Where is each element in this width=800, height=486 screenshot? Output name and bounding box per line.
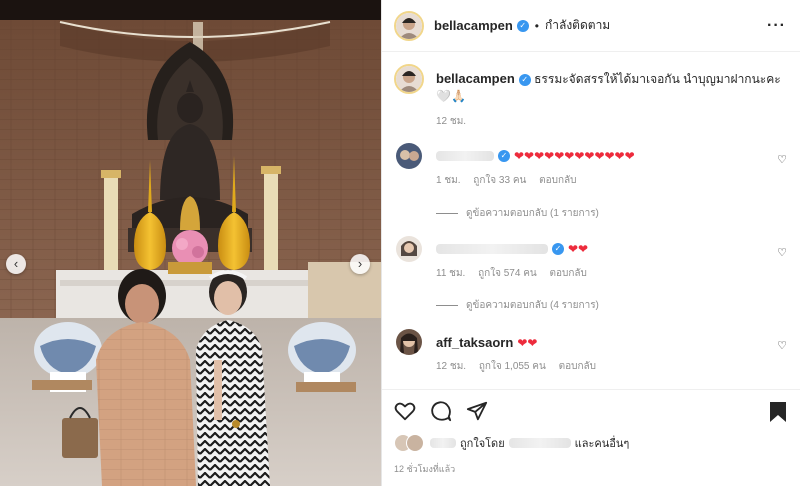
heart-outline-icon[interactable]: ♡ [777, 246, 787, 259]
view-replies-label[interactable]: ดูข้อความตอบกลับ (4 รายการ) [466, 298, 599, 313]
comment-likes[interactable]: ถูกใจ 1,055 คน [479, 361, 546, 372]
separator-dot: • [534, 18, 539, 33]
heart-outline-icon[interactable]: ♡ [777, 153, 787, 166]
caption-author-avatar[interactable] [394, 64, 424, 94]
comment-line: aff_taksaorn ❤❤ [436, 335, 537, 350]
comment-meta: 12 ชม. ถูกใจ 1,055 คน ตอบกลับ [436, 359, 606, 374]
comment-item: ✓ ❤❤❤❤❤❤❤❤❤❤❤❤ 1 ชม. ถูกใจ 33 คน ตอบกลับ… [394, 143, 789, 203]
comment-time: 11 ชม. [436, 268, 466, 279]
comment-meta: 1 ชม. ถูกใจ 33 คน ตอบกลับ [436, 173, 587, 188]
blurred-username [436, 151, 494, 161]
verified-badge-icon: ✓ [518, 74, 531, 86]
verified-badge-icon: ✓ [516, 19, 529, 32]
view-replies-button[interactable]: ดูข้อความตอบกลับ (4 รายการ) [436, 298, 599, 313]
comment-likes[interactable]: ถูกใจ 574 คน [478, 268, 537, 279]
previous-photo-button[interactable]: ‹ [6, 254, 26, 274]
action-icons [394, 400, 488, 422]
commenter-avatar[interactable] [396, 236, 422, 262]
blurred-username [436, 244, 548, 254]
blurred-liker-name [508, 438, 571, 448]
next-photo-button[interactable]: › [350, 254, 370, 274]
replies-rule [436, 213, 458, 214]
liked-by-summary[interactable]: ถูกใจโดย และคนอื่นๆ [394, 434, 629, 452]
comment-likes[interactable]: ถูกใจ 33 คน [473, 175, 526, 186]
commenter-avatar[interactable] [396, 143, 422, 169]
following-button[interactable]: กำลังติดตาม [545, 16, 610, 35]
reply-button[interactable]: ตอบกลับ [539, 175, 576, 186]
replies-rule [436, 305, 458, 306]
bookmark-save-icon[interactable] [769, 401, 787, 423]
caption-body: bellacampen ✓ ธรรมะจัดสรรให้ได้มาเจอกัน น… [436, 70, 786, 105]
author-avatar[interactable] [394, 10, 424, 41]
verified-badge-icon: ✓ [498, 150, 510, 162]
commenter-username[interactable]: aff_taksaorn [436, 335, 513, 350]
like-heart-icon[interactable] [394, 400, 416, 422]
blurred-liker-name [430, 438, 456, 448]
author-username[interactable]: bellacampen [434, 18, 513, 33]
comment-item: aff_taksaorn ❤❤ 12 ชม. ถูกใจ 1,055 คน ตอ… [394, 329, 789, 389]
caption-timestamp: 12 ชม. [436, 116, 467, 127]
comment-meta: 11 ชม. ถูกใจ 574 คน ตอบกลับ [436, 266, 597, 281]
comment-time: 12 ชม. [436, 361, 467, 372]
reply-button[interactable]: ตอบกลับ [559, 361, 596, 372]
temple-photo-illustration [0, 0, 381, 486]
view-replies-button[interactable]: ดูข้อความตอบกลับ (1 รายการ) [436, 206, 599, 221]
heart-outline-icon[interactable]: ♡ [777, 339, 787, 352]
liked-by-label: ถูกใจโดย [460, 438, 505, 450]
and-others-link[interactable]: และคนอื่นๆ [575, 434, 630, 452]
reply-button[interactable]: ตอบกลับ [550, 268, 587, 279]
post-photo[interactable]: ‹ › [0, 0, 381, 486]
comment-text: ❤❤ [517, 335, 538, 350]
comment-time: 1 ชม. [436, 175, 461, 186]
view-replies-label[interactable]: ดูข้อความตอบกลับ (1 รายการ) [466, 206, 599, 221]
comment-item: ✓ ❤❤ 11 ชม. ถูกใจ 574 คน ตอบกลับ ♡ [394, 236, 789, 296]
share-send-icon[interactable] [466, 400, 488, 422]
comment-line: ✓ ❤❤❤❤❤❤❤❤❤❤❤❤ [436, 149, 635, 163]
post-timestamp: 12 ชั่วโมงที่แล้ว [394, 464, 456, 474]
caption-username[interactable]: bellacampen [436, 71, 515, 86]
post-side-panel: bellacampen ✓ • กำลังติดตาม ··· bellacam… [381, 0, 800, 486]
liker-avatar [406, 434, 424, 452]
comment-bubble-icon[interactable] [430, 400, 452, 422]
comment-text: ❤❤❤❤❤❤❤❤❤❤❤❤ [514, 149, 635, 163]
commenter-avatar[interactable] [396, 329, 422, 355]
verified-badge-icon: ✓ [552, 243, 564, 255]
more-horizontal-icon[interactable]: ··· [767, 17, 786, 35]
post-actions-area: ถูกใจโดย และคนอื่นๆ 12 ชั่วโมงที่แล้ว [382, 389, 800, 474]
post-header: bellacampen ✓ • กำลังติดตาม ··· [382, 0, 800, 52]
comment-line: ✓ ❤❤ [436, 242, 588, 256]
comment-text: ❤❤ [568, 242, 589, 256]
